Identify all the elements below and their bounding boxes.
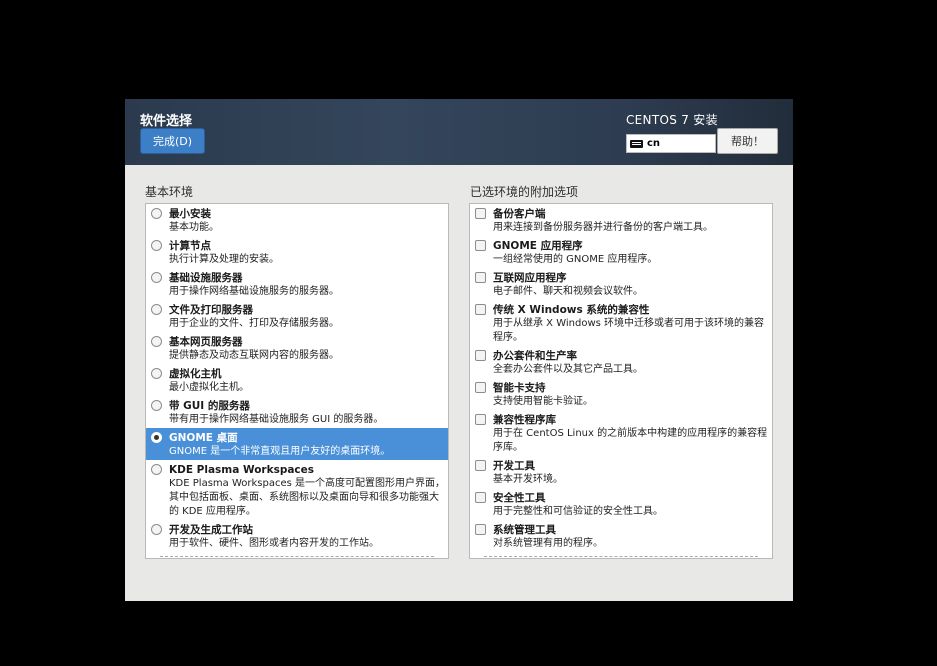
installer-window: 软件选择 完成(D) CENTOS 7 安装 cn 帮助！ 基本环境 最小安装基… <box>125 99 793 601</box>
checkbox[interactable] <box>475 304 486 315</box>
radio-button[interactable] <box>151 272 162 283</box>
product-title: CENTOS 7 安装 <box>626 113 718 127</box>
radio-button[interactable] <box>151 524 162 535</box>
option-description: GNOME 是一个非常直观且用户友好的桌面环境。 <box>169 446 391 457</box>
addon-option[interactable]: 开发工具基本开发环境。 <box>470 456 772 488</box>
addons-heading: 已选环境的附加选项 <box>470 185 579 199</box>
option-name: 带 GUI 的服务器 <box>169 400 250 412</box>
radio-button[interactable] <box>151 432 162 443</box>
option-name: 基础设施服务器 <box>169 272 243 284</box>
header-bar: 软件选择 完成(D) CENTOS 7 安装 cn 帮助！ <box>125 99 793 165</box>
environment-option[interactable]: KDE Plasma Workspaces KDE Plasma Workspac… <box>146 460 448 520</box>
environment-option[interactable]: 基础设施服务器用于操作网络基础设施服务的服务器。 <box>146 268 448 300</box>
help-button[interactable]: 帮助！ <box>717 128 778 154</box>
base-environment-heading: 基本环境 <box>145 185 194 199</box>
environment-option[interactable]: 基本网页服务器提供静态及动态互联网内容的服务器。 <box>146 332 448 364</box>
option-name: 文件及打印服务器 <box>169 304 253 316</box>
environment-option[interactable]: 带 GUI 的服务器带有用于操作网络基础设施服务 GUI 的服务器。 <box>146 396 448 428</box>
option-name: GNOME 应用程序 <box>493 240 583 252</box>
option-description: 用于从继承 X Windows 环境中迁移或者可用于该环境的兼容程序。 <box>493 318 765 343</box>
radio-button[interactable] <box>151 368 162 379</box>
radio-button[interactable] <box>151 464 162 475</box>
option-description: 用于企业的文件、打印及存储服务器。 <box>169 318 339 329</box>
addon-option[interactable]: 互联网应用程序电子邮件、聊天和视频会议软件。 <box>470 268 772 300</box>
checkbox[interactable] <box>475 460 486 471</box>
checkbox[interactable] <box>475 382 486 393</box>
option-name: 办公套件和生产率 <box>493 350 577 362</box>
page-title: 软件选择 <box>140 114 193 129</box>
option-description: 全套办公套件以及其它产品工具。 <box>493 364 643 375</box>
radio-button[interactable] <box>151 208 162 219</box>
option-name: 备份客户端 <box>493 208 546 220</box>
option-description: 用于操作网络基础设施服务的服务器。 <box>169 286 339 297</box>
option-description: 一组经常使用的 GNOME 应用程序。 <box>493 254 658 265</box>
environment-option[interactable]: 计算节点执行计算及处理的安装。 <box>146 236 448 268</box>
environment-option[interactable]: 文件及打印服务器用于企业的文件、打印及存储服务器。 <box>146 300 448 332</box>
option-name: 兼容性程序库 <box>493 414 556 426</box>
option-description: 用于完整性和可信验证的安全性工具。 <box>493 506 663 517</box>
option-name: 最小安装 <box>169 208 211 220</box>
addon-option[interactable]: 安全性工具用于完整性和可信验证的安全性工具。 <box>470 488 772 520</box>
keyboard-icon <box>630 139 643 148</box>
keyboard-layout-label: cn <box>647 138 661 149</box>
addons-list[interactable]: 备份客户端 用来连接到备份服务器并进行备份的客户端工具。 GNOME 应用程序 一组经… <box>469 203 773 559</box>
done-button[interactable]: 完成(D) <box>140 128 205 154</box>
radio-button[interactable] <box>151 304 162 315</box>
radio-button[interactable] <box>151 400 162 411</box>
checkbox[interactable] <box>475 272 486 283</box>
option-name: 智能卡支持 <box>493 382 546 394</box>
checkbox[interactable] <box>475 524 486 535</box>
option-description: 最小虚拟化主机。 <box>169 382 249 393</box>
option-description: 基本开发环境。 <box>493 474 563 485</box>
environment-option[interactable]: 最小安装 基本功能。 <box>146 204 448 236</box>
addon-option[interactable]: 智能卡支持支持使用智能卡验证。 <box>470 378 772 410</box>
addon-option[interactable]: 办公套件和生产率全套办公套件以及其它产品工具。 <box>470 346 772 378</box>
option-description: 提供静态及动态互联网内容的服务器。 <box>169 350 339 361</box>
option-description: 用来连接到备份服务器并进行备份的客户端工具。 <box>493 222 713 233</box>
option-description: 电子邮件、聊天和视频会议软件。 <box>493 286 643 297</box>
option-description: 用于在 CentOS Linux 的之前版本中构建的应用程序的兼容程序库。 <box>493 428 768 453</box>
addon-option[interactable]: 传统 X Windows 系统的兼容性用于从继承 X Windows 环境中迁移… <box>470 300 772 346</box>
environment-option[interactable]: GNOME 桌面 GNOME 是一个非常直观且用户友好的桌面环境。 <box>146 428 448 460</box>
checkbox[interactable] <box>475 240 486 251</box>
option-description: KDE Plasma Workspaces 是一个高度可配置图形用户界面，其中包… <box>169 478 445 517</box>
addon-option[interactable]: 兼容性程序库用于在 CentOS Linux 的之前版本中构建的应用程序的兼容程… <box>470 410 772 456</box>
option-name: 计算节点 <box>169 240 211 252</box>
option-name: 传统 X Windows 系统的兼容性 <box>493 304 650 316</box>
base-environment-list[interactable]: 最小安装基本功能。计算节点执行计算及处理的安装。 基础设施服务器用于操作网络基础设… <box>145 203 449 559</box>
option-name: 系统管理工具 <box>493 524 556 536</box>
environment-option[interactable]: 虚拟化主机最小虚拟化主机。 <box>146 364 448 396</box>
option-name: KDE Plasma Workspaces <box>169 464 315 476</box>
option-description: 基本功能。 <box>169 222 219 233</box>
option-name: 基本网页服务器 <box>169 336 243 348</box>
checkbox[interactable] <box>475 414 486 425</box>
keyboard-layout-indicator[interactable]: cn <box>626 134 716 153</box>
checkbox[interactable] <box>475 492 486 503</box>
option-name: 安全性工具 <box>493 492 546 504</box>
option-name: 开发工具 <box>493 460 535 472</box>
checkbox[interactable] <box>475 208 486 219</box>
option-name: 互联网应用程序 <box>493 272 567 284</box>
option-name: 虚拟化主机 <box>169 368 222 380</box>
option-description: 带有用于操作网络基础设施服务 GUI 的服务器。 <box>169 414 384 425</box>
radio-button[interactable] <box>151 336 162 347</box>
option-description: 执行计算及处理的安装。 <box>169 254 279 265</box>
checkbox[interactable] <box>475 350 486 361</box>
option-name: GNOME 桌面 <box>169 432 238 444</box>
radio-button[interactable] <box>151 240 162 251</box>
addon-option[interactable]: GNOME 应用程序一组经常使用的 GNOME 应用程序。 <box>470 236 772 268</box>
addon-option[interactable]: 备份客户端用来连接到备份服务器并进行备份的客户端工具。 <box>470 204 772 236</box>
option-name: 开发及生成工作站 <box>169 524 253 536</box>
option-description: 支持使用智能卡验证。 <box>493 396 593 407</box>
